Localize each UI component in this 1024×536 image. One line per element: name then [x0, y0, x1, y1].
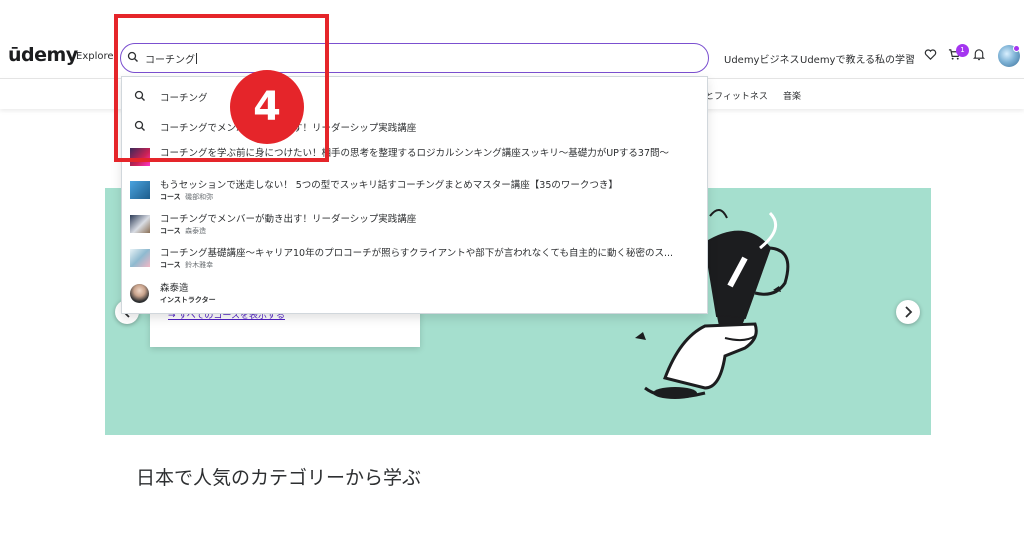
nav-my-learning-link[interactable]: 私の学習: [875, 51, 915, 66]
annotation-step-number: 4: [230, 70, 304, 144]
course-thumbnail: [130, 181, 150, 199]
course-meta: コース 森泰造: [160, 227, 207, 235]
bell-icon[interactable]: [973, 48, 985, 61]
course-meta: コース 磯部和弥: [160, 193, 214, 201]
chevron-right-icon: [905, 306, 913, 318]
category-music[interactable]: 音楽: [783, 89, 801, 102]
instructor-label: インストラクター: [160, 296, 216, 304]
course-title: コーチング基礎講座〜キャリア10年のプロコーチが照らすクライアントや部下が言われ…: [160, 248, 674, 259]
explore-link[interactable]: Explore: [76, 51, 114, 62]
instructor-name: 森泰造: [160, 283, 189, 294]
course-meta: コース 鈴木雅幸: [160, 261, 214, 269]
heart-icon[interactable]: [924, 48, 937, 61]
nav-business-link[interactable]: Udemyビジネス: [724, 51, 799, 66]
instructor-avatar: [130, 284, 149, 303]
instructor-result-item[interactable]: 森泰造 インストラクター: [122, 277, 707, 311]
course-result-item[interactable]: もうセッションで迷走しない！ 5つの型でスッキリ話すコーチングまとめマスター講座…: [122, 175, 707, 207]
nav-teach-link[interactable]: Udemyで教える: [800, 51, 875, 66]
course-thumbnail: [130, 215, 150, 233]
category-health-fitness[interactable]: とフィットネス: [705, 89, 768, 102]
course-thumbnail: [130, 249, 150, 267]
course-result-item[interactable]: コーチング基礎講座〜キャリア10年のプロコーチが照らすクライアントや部下が言われ…: [122, 243, 707, 275]
course-result-item[interactable]: コーチングでメンバーが動き出す！リーダーシップ実践講座 コース 森泰造: [122, 209, 707, 241]
course-title: もうセッションで迷走しない！ 5つの型でスッキリ話すコーチングまとめマスター講座…: [160, 180, 618, 191]
notification-dot: [1013, 45, 1020, 52]
carousel-next-button[interactable]: [896, 300, 920, 324]
section-title: 日本で人気のカテゴリーから学ぶ: [136, 467, 422, 489]
cart-count-badge: 1: [956, 44, 969, 57]
course-title: コーチングでメンバーが動き出す！リーダーシップ実践講座: [160, 214, 417, 225]
udemy-logo[interactable]: ūdemy: [8, 44, 78, 66]
